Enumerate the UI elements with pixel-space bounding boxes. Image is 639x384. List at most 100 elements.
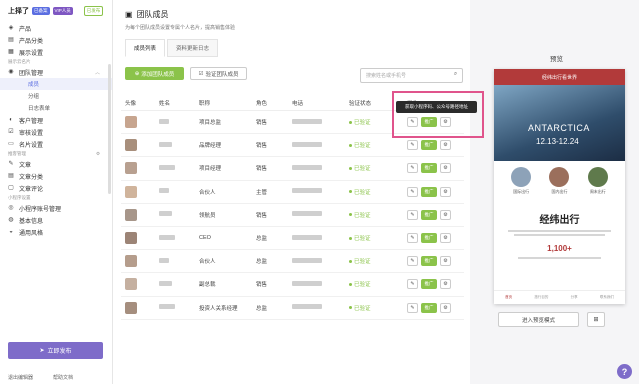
sidebar-subitem-log-form[interactable]: 日志表单 <box>0 102 112 114</box>
edit-icon[interactable]: ✎ <box>407 279 418 290</box>
promote-button[interactable]: 推广 <box>421 163 437 174</box>
sidebar-item-product-categories[interactable]: ▤ 产品分类 <box>0 34 112 46</box>
sidebar-item-display-settings[interactable]: ▦ 展示设置 <box>0 46 112 58</box>
search-icon[interactable]: ⌕ <box>451 71 460 80</box>
promote-button[interactable]: 推广 <box>421 256 437 267</box>
avatar <box>125 301 137 314</box>
status-badge: 已验证 <box>349 164 407 172</box>
edit-icon[interactable]: ✎ <box>407 233 418 244</box>
promote-button[interactable]: 推广 <box>421 233 437 244</box>
folder-icon: ▤ <box>8 173 14 179</box>
gear-icon[interactable]: ⚙ <box>440 233 451 244</box>
promote-button[interactable]: 推广 <box>421 302 437 313</box>
hero-title: ANTARCTICA <box>528 123 590 133</box>
preview-title-bar: 经纬出行看世界 <box>494 69 625 85</box>
sidebar-subitem-members[interactable]: 成员 <box>0 78 112 90</box>
sidebar-item-products[interactable]: ◈ 产品 <box>0 22 112 34</box>
member-title: 合伙人 <box>199 259 216 266</box>
gear-icon[interactable]: ⚙ <box>440 163 451 174</box>
sidebar-item-label: 审核设置 <box>19 130 44 137</box>
member-name <box>159 188 199 195</box>
category-image <box>511 167 532 187</box>
gear-icon[interactable]: ⚙ <box>96 151 100 157</box>
gear-icon[interactable]: ⚙ <box>440 186 451 197</box>
sidebar-item-miniapp-accounts[interactable]: ◎ 小程序账号管理 <box>0 202 112 214</box>
exit-editor-link[interactable]: 退出编辑器 <box>8 374 33 381</box>
member-role: 销售 <box>256 143 268 150</box>
member-phone <box>292 234 349 242</box>
group-label-miniapp: 小程序设置 <box>8 195 31 200</box>
sidebar-item-theme[interactable]: ◒ 通用风格 <box>0 226 112 238</box>
sidebar-item-article-comments[interactable]: ▢ 文章评论 <box>0 182 112 194</box>
cube-icon: ◈ <box>8 25 14 31</box>
plus-icon: ⊕ <box>134 70 140 77</box>
avatar <box>125 116 137 129</box>
sidebar-item-label: 产品 <box>19 26 32 33</box>
gear-icon[interactable]: ⚙ <box>440 140 451 151</box>
member-title: 项目经理 <box>199 166 222 173</box>
avatar <box>125 139 137 152</box>
edit-icon[interactable]: ✎ <box>407 186 418 197</box>
gear-icon[interactable]: ⚙ <box>440 209 451 220</box>
tab-update-log[interactable]: 资料更新日志 <box>167 39 219 57</box>
preview-category-icons: 国际出行 国内出行 周末出行 <box>494 161 625 195</box>
sidebar-subitem-groups[interactable]: 分组 <box>0 90 112 102</box>
sidebar-item-articles[interactable]: ✎ 文章 <box>0 158 112 170</box>
sidebar: 上择了 已备案 VIP人员 已发布 ◈ 产品 ▤ 产品分类 ▦ 展示设置 展示云… <box>0 0 113 384</box>
column-header-phone: 电话 <box>292 100 304 107</box>
member-role: 销售 <box>256 166 268 173</box>
status-dot <box>349 236 352 240</box>
preview-body-text <box>508 257 611 259</box>
category-international: 国际出行 <box>511 167 532 195</box>
tab-member-list[interactable]: 成员列表 <box>125 39 166 57</box>
member-name <box>159 118 199 126</box>
category-image <box>587 167 608 187</box>
member-title: 品牌经理 <box>199 143 222 150</box>
member-role: 总监 <box>256 259 268 266</box>
edit-icon[interactable]: ✎ <box>407 256 418 267</box>
edit-icon[interactable]: ✎ <box>407 163 418 174</box>
palette-icon: ◒ <box>9 229 13 235</box>
member-title: 合伙人 <box>199 189 216 196</box>
search-input[interactable]: 搜索姓名或手机号 ⌕ <box>360 68 463 83</box>
edit-icon[interactable]: ✎ <box>407 140 418 151</box>
member-name <box>159 280 199 288</box>
gear-icon[interactable]: ⚙ <box>440 256 451 267</box>
add-member-button[interactable]: ⊕ 添加团队成员 <box>125 67 184 80</box>
gear-icon[interactable]: ⚙ <box>440 279 451 290</box>
member-name <box>159 211 199 218</box>
status-badge: 已验证 <box>349 234 407 242</box>
sidebar-item-customers[interactable]: ◐ 客户管理 <box>0 114 112 126</box>
table-row: CEO 总监 已验证 ✎ 推广 ⚙ <box>121 227 464 251</box>
sidebar-item-article-categories[interactable]: ▤ 文章分类 <box>0 170 112 182</box>
member-name <box>159 234 199 242</box>
status-dot <box>349 143 352 147</box>
sidebar-item-card-settings[interactable]: ▭ 名片设置 <box>0 138 112 150</box>
verify-members-button[interactable]: ☑ 验证团队成员 <box>190 67 247 80</box>
promote-button[interactable]: 推广 <box>421 140 437 151</box>
member-name <box>159 257 199 265</box>
qr-code-button[interactable]: ⊞ <box>587 312 605 327</box>
gear-icon[interactable]: ⚙ <box>440 302 451 313</box>
help-docs-link[interactable]: 帮助文档 <box>53 374 73 381</box>
help-button[interactable]: ? <box>617 364 632 379</box>
edit-icon[interactable]: ✎ <box>407 209 418 220</box>
sidebar-scrollbar[interactable] <box>108 64 111 194</box>
promote-button[interactable]: 推广 <box>421 186 437 197</box>
enter-preview-button[interactable]: 进入预览模式 <box>498 312 579 327</box>
sidebar-item-basic-info[interactable]: ◍ 基本信息 <box>0 214 112 226</box>
member-role: 总监 <box>256 236 268 243</box>
table-row: 合伙人 主管 已验证 ✎ 推广 ⚙ <box>121 181 464 204</box>
edit-icon[interactable]: ✎ <box>407 302 418 313</box>
group-label-cards: 展示云名片 <box>8 59 31 64</box>
promote-button[interactable]: 推广 <box>421 209 437 220</box>
promote-button[interactable]: 推广 <box>421 279 437 290</box>
sidebar-item-review[interactable]: ☑ 审核设置 <box>0 126 112 138</box>
badge-vip: VIP人员 <box>52 7 73 15</box>
sidebar-item-label: 产品分类 <box>19 38 44 45</box>
category-domestic: 国内出行 <box>549 167 570 195</box>
sidebar-item-team[interactable]: ◉ 团队管理 ︿ <box>0 66 112 78</box>
preview-hero-image: ANTARCTICA 12.13-12.24 <box>494 85 625 161</box>
member-name <box>159 141 199 149</box>
publish-button[interactable]: ➤ 立即发布 <box>8 342 103 359</box>
